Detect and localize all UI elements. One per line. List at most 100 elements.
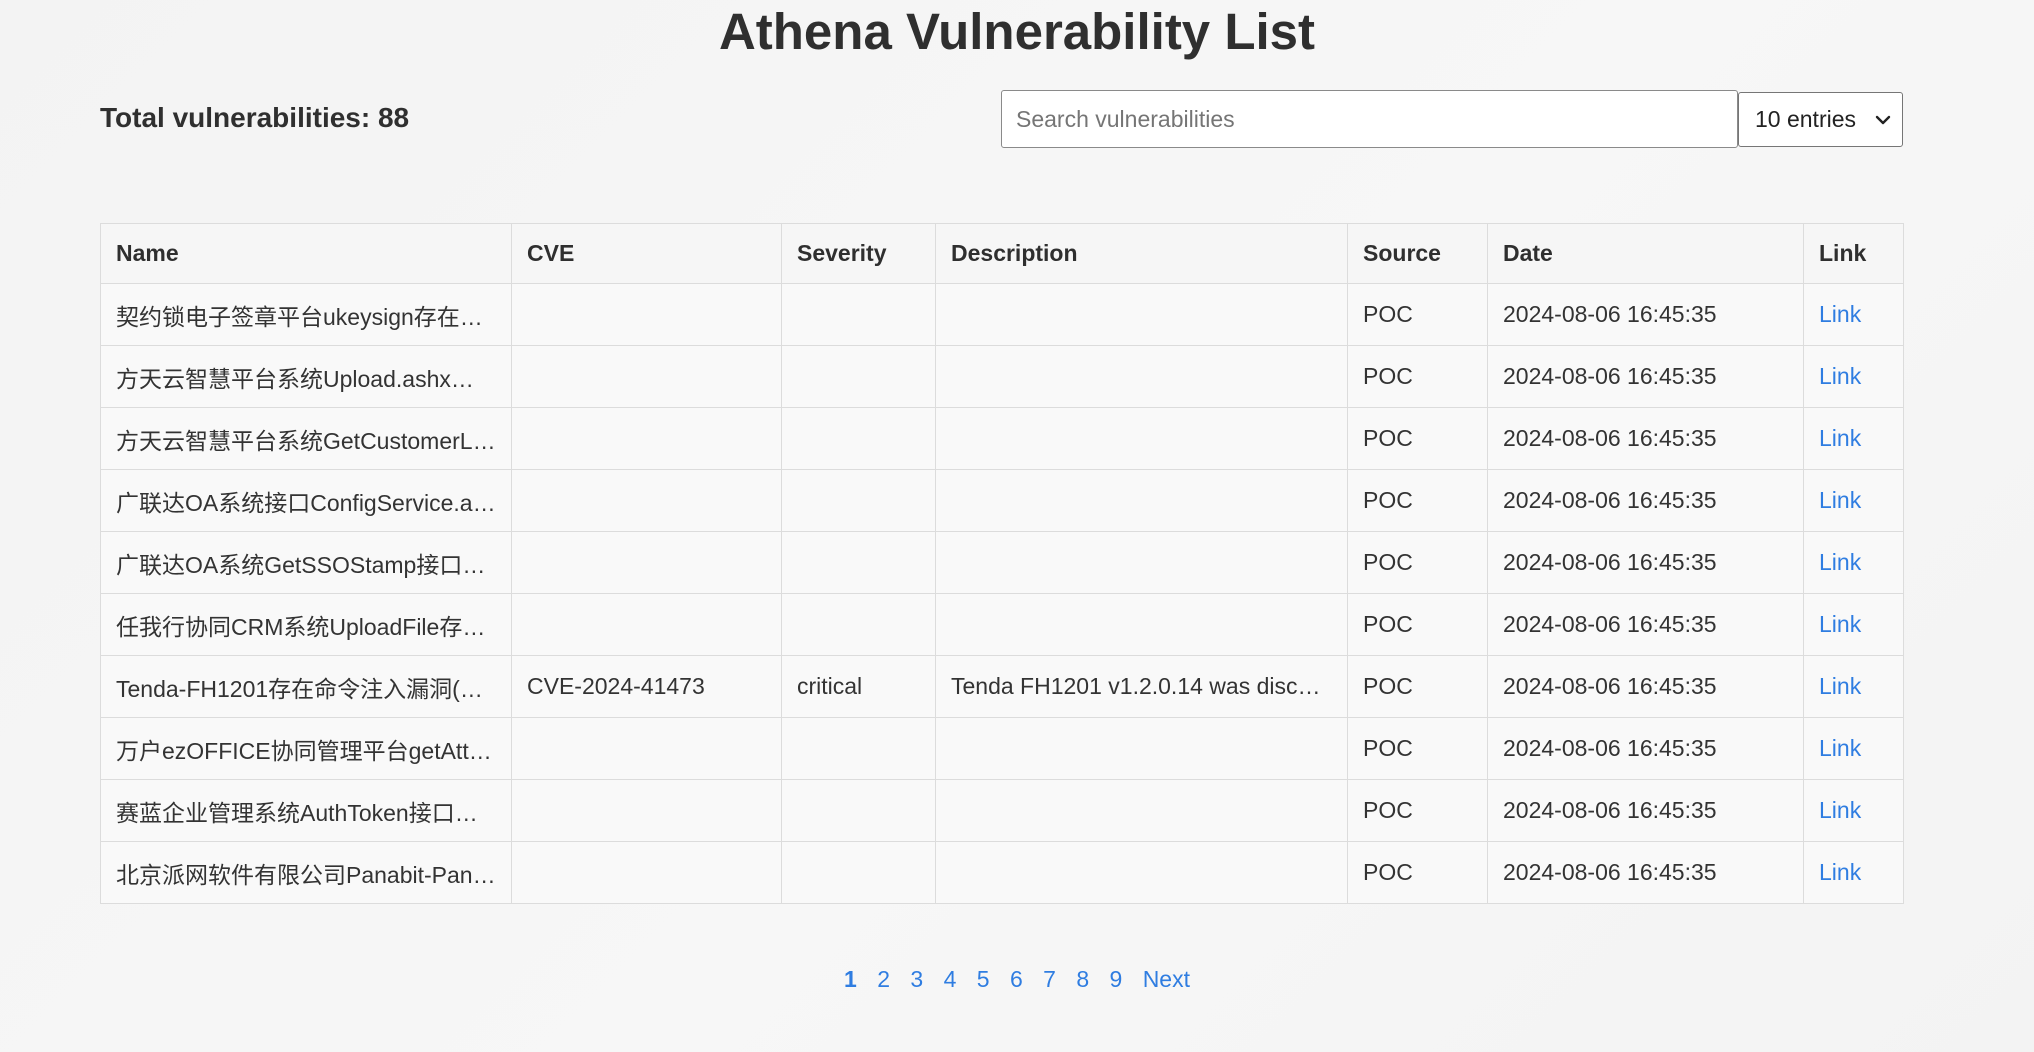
cell-date: 2024-08-06 16:45:35 xyxy=(1487,717,1804,780)
cell-description xyxy=(935,407,1348,470)
pagination: 1 2 3 4 5 6 7 8 9 Next xyxy=(0,963,2034,995)
page-link-9[interactable]: 9 xyxy=(1110,966,1123,992)
page-link-3[interactable]: 3 xyxy=(910,966,923,992)
cell-source: POC xyxy=(1347,841,1488,904)
table-header-row: Name CVE Severity Description Source Dat… xyxy=(100,223,1904,284)
cell-description xyxy=(935,531,1348,594)
page-link-5[interactable]: 5 xyxy=(977,966,990,992)
cell-severity xyxy=(781,283,936,346)
cell-description xyxy=(935,717,1348,780)
cell-date: 2024-08-06 16:45:35 xyxy=(1487,407,1804,470)
vulnerability-link[interactable]: Link xyxy=(1819,549,1861,575)
cell-name: 赛蓝企业管理系统AuthToken接口存在身份认证绕过漏洞 xyxy=(100,779,512,842)
column-header-description[interactable]: Description xyxy=(935,223,1348,284)
cell-cve xyxy=(511,717,782,780)
cell-name: 广联达OA系统GetSSOStamp接口存在任意用户登录漏洞 xyxy=(100,531,512,594)
cell-description: Tenda FH1201 v1.2.0.14 was discovered to… xyxy=(935,655,1348,718)
cell-severity xyxy=(781,717,936,780)
cell-severity: critical xyxy=(781,655,936,718)
cell-cve xyxy=(511,407,782,470)
cell-source: POC xyxy=(1347,593,1488,656)
page-link-4[interactable]: 4 xyxy=(944,966,957,992)
cell-date: 2024-08-06 16:45:35 xyxy=(1487,593,1804,656)
cell-cve xyxy=(511,283,782,346)
vulnerability-link[interactable]: Link xyxy=(1819,301,1861,327)
vulnerability-link[interactable]: Link xyxy=(1819,425,1861,451)
table-row: 赛蓝企业管理系统AuthToken接口存在身份认证绕过漏洞 POC 2024-0… xyxy=(100,779,1904,842)
cell-source: POC xyxy=(1347,531,1488,594)
vulnerability-table: Name CVE Severity Description Source Dat… xyxy=(100,223,1904,904)
vulnerability-link[interactable]: Link xyxy=(1819,487,1861,513)
page-link-7[interactable]: 7 xyxy=(1043,966,1056,992)
cell-name: 方天云智慧平台系统GetCustomerLinkman存在SQL注入漏洞 xyxy=(100,407,512,470)
entries-select-value: 10 entries xyxy=(1755,106,1857,132)
cell-link: Link xyxy=(1803,593,1904,656)
cell-severity xyxy=(781,593,936,656)
column-header-source[interactable]: Source xyxy=(1347,223,1488,284)
page-link-1[interactable]: 1 xyxy=(844,966,857,992)
cell-source: POC xyxy=(1347,407,1488,470)
cell-name: 广联达OA系统接口ConfigService.asmx存在SQL注入漏洞 xyxy=(100,469,512,532)
vulnerability-link[interactable]: Link xyxy=(1819,611,1861,637)
cell-description xyxy=(935,345,1348,408)
table-row: 方天云智慧平台系统Upload.ashx存在任意文件上传漏洞 POC 2024-… xyxy=(100,345,1904,408)
cell-link: Link xyxy=(1803,469,1904,532)
table-row: 任我行协同CRM系统UploadFile存在任意文件上传漏洞 POC 2024-… xyxy=(100,593,1904,656)
cell-name: 契约锁电子签章平台ukeysign存在远程命令执行漏洞 xyxy=(100,283,512,346)
vulnerability-link[interactable]: Link xyxy=(1819,673,1861,699)
cell-date: 2024-08-06 16:45:35 xyxy=(1487,655,1804,718)
page-link-8[interactable]: 8 xyxy=(1076,966,1089,992)
vulnerability-link[interactable]: Link xyxy=(1819,735,1861,761)
cell-severity xyxy=(781,841,936,904)
cell-date: 2024-08-06 16:45:35 xyxy=(1487,345,1804,408)
table-row: 契约锁电子签章平台ukeysign存在远程命令执行漏洞 POC 2024-08-… xyxy=(100,283,1904,346)
cell-severity xyxy=(781,779,936,842)
cell-cve xyxy=(511,779,782,842)
cell-name: 方天云智慧平台系统Upload.ashx存在任意文件上传漏洞 xyxy=(100,345,512,408)
cell-severity xyxy=(781,407,936,470)
vulnerability-link[interactable]: Link xyxy=(1819,363,1861,389)
cell-link: Link xyxy=(1803,779,1904,842)
entries-per-page-select[interactable]: 10 entries xyxy=(1738,92,1903,147)
search-input[interactable] xyxy=(1001,90,1738,148)
cell-date: 2024-08-06 16:45:35 xyxy=(1487,841,1804,904)
table-row: Tenda-FH1201存在命令注入漏洞(CVE-2024-41473) CVE… xyxy=(100,655,1904,718)
column-header-link[interactable]: Link xyxy=(1803,223,1904,284)
cell-link: Link xyxy=(1803,283,1904,346)
cell-description xyxy=(935,841,1348,904)
cell-date: 2024-08-06 16:45:35 xyxy=(1487,283,1804,346)
table-row: 广联达OA系统GetSSOStamp接口存在任意用户登录漏洞 POC 2024-… xyxy=(100,531,1904,594)
chevron-down-icon xyxy=(1875,115,1891,124)
table-row: 万户ezOFFICE协同管理平台getAttachmentList存在SQL注入… xyxy=(100,717,1904,780)
cell-name: 任我行协同CRM系统UploadFile存在任意文件上传漏洞 xyxy=(100,593,512,656)
cell-cve xyxy=(511,345,782,408)
total-vulnerabilities-label: Total vulnerabilities: 88 xyxy=(100,102,410,133)
cell-cve xyxy=(511,841,782,904)
cell-source: POC xyxy=(1347,345,1488,408)
cell-link: Link xyxy=(1803,345,1904,408)
cell-severity xyxy=(781,345,936,408)
page-link-6[interactable]: 6 xyxy=(1010,966,1023,992)
cell-description xyxy=(935,779,1348,842)
cell-link: Link xyxy=(1803,841,1904,904)
next-page-link[interactable]: Next xyxy=(1143,966,1190,992)
page-link-2[interactable]: 2 xyxy=(877,966,890,992)
cell-cve: CVE-2024-41473 xyxy=(511,655,782,718)
cell-source: POC xyxy=(1347,779,1488,842)
column-header-cve[interactable]: CVE xyxy=(511,223,782,284)
cell-source: POC xyxy=(1347,283,1488,346)
column-header-date[interactable]: Date xyxy=(1487,223,1804,284)
column-header-severity[interactable]: Severity xyxy=(781,223,936,284)
table-row: 方天云智慧平台系统GetCustomerLinkman存在SQL注入漏洞 POC… xyxy=(100,407,1904,470)
cell-source: POC xyxy=(1347,717,1488,780)
table-row: 北京派网软件有限公司Panabit-Panalog存在SQL注入漏洞 POC 2… xyxy=(100,841,1904,904)
cell-description xyxy=(935,469,1348,532)
cell-severity xyxy=(781,531,936,594)
vulnerability-link[interactable]: Link xyxy=(1819,797,1861,823)
cell-description xyxy=(935,593,1348,656)
vulnerability-link[interactable]: Link xyxy=(1819,859,1861,885)
cell-source: POC xyxy=(1347,469,1488,532)
cell-name: 万户ezOFFICE协同管理平台getAttachmentList存在SQL注入… xyxy=(100,717,512,780)
column-header-name[interactable]: Name xyxy=(100,223,512,284)
cell-source: POC xyxy=(1347,655,1488,718)
